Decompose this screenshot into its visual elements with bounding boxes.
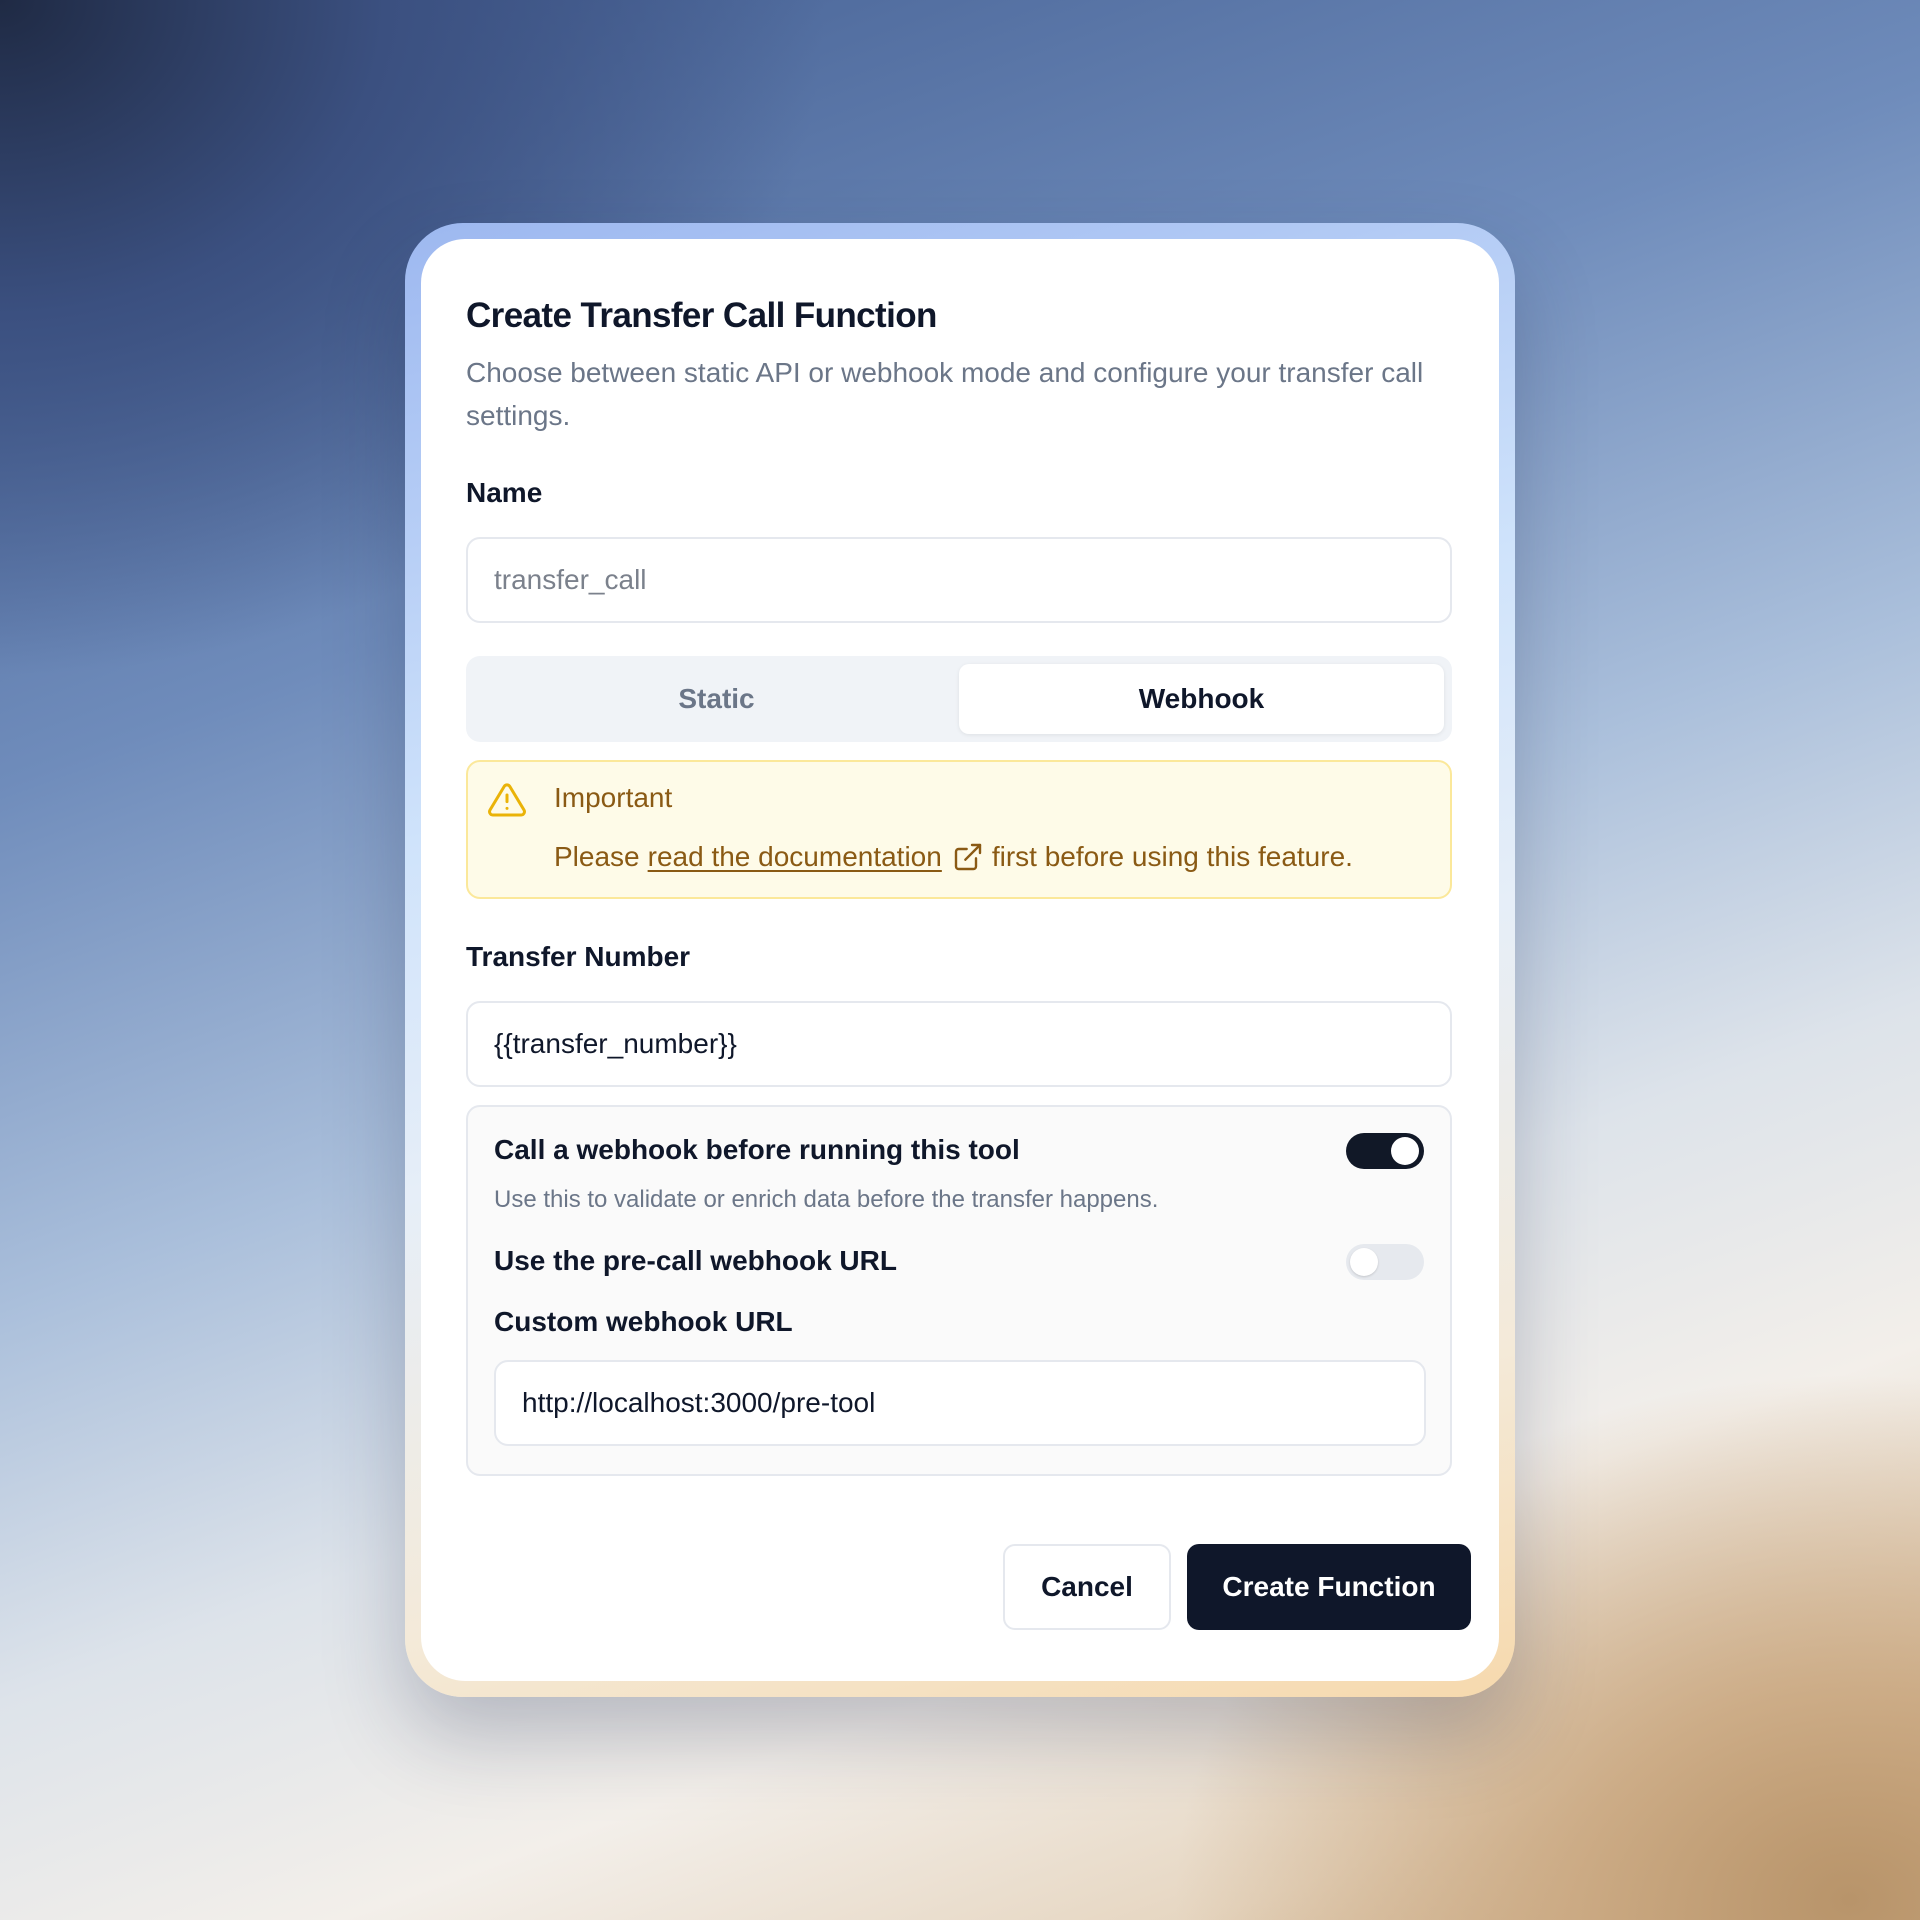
dialog-subtitle: Choose between static API or webhook mod… <box>466 357 1424 431</box>
transfer-number-label: Transfer Number <box>466 941 691 972</box>
important-alert: Important Please read the documentation … <box>466 760 1452 899</box>
tab-static[interactable]: Static <box>474 664 959 734</box>
dialog-title: Create Transfer Call Function <box>466 296 937 335</box>
tab-webhook[interactable]: Webhook <box>959 664 1444 734</box>
call-webhook-label: Call a webhook before running this tool <box>494 1134 1020 1165</box>
cancel-button[interactable]: Cancel <box>1003 1544 1171 1630</box>
create-function-button[interactable]: Create Function <box>1187 1544 1471 1630</box>
use-precall-label: Use the pre-call webhook URL <box>494 1245 897 1276</box>
custom-webhook-url-input[interactable]: http://localhost:3000/pre-tool <box>494 1360 1426 1446</box>
alert-body: Please read the documentation first befo… <box>554 841 1353 873</box>
toggle-knob <box>1391 1137 1419 1165</box>
call-webhook-toggle[interactable] <box>1346 1133 1424 1169</box>
name-input[interactable]: transfer_call <box>466 537 1452 623</box>
transfer-number-input[interactable]: {{transfer_number}} <box>466 1001 1452 1087</box>
name-input-value: transfer_call <box>494 564 647 595</box>
custom-url-label: Custom webhook URL <box>494 1306 793 1337</box>
documentation-link[interactable]: read the documentation <box>648 841 942 873</box>
transfer-number-value: {{transfer_number}} <box>494 1028 737 1059</box>
name-label: Name <box>466 477 543 508</box>
alert-suffix: first before using this feature. <box>991 841 1353 872</box>
warning-triangle-icon <box>488 783 526 817</box>
custom-webhook-url-value: http://localhost:3000/pre-tool <box>522 1387 876 1418</box>
webhook-settings-panel: Call a webhook before running this tool … <box>466 1105 1452 1476</box>
alert-prefix: Please <box>554 841 640 872</box>
external-link-icon[interactable] <box>952 841 984 873</box>
dialog-frame: Create Transfer Call Function Choose bet… <box>405 223 1515 1697</box>
mode-tabs: Static Webhook <box>466 656 1452 742</box>
alert-title: Important <box>554 782 673 813</box>
use-precall-toggle[interactable] <box>1346 1244 1424 1280</box>
create-transfer-call-dialog: Create Transfer Call Function Choose bet… <box>421 239 1499 1681</box>
call-webhook-description: Use this to validate or enrich data befo… <box>494 1186 1159 1213</box>
toggle-knob <box>1350 1248 1378 1276</box>
